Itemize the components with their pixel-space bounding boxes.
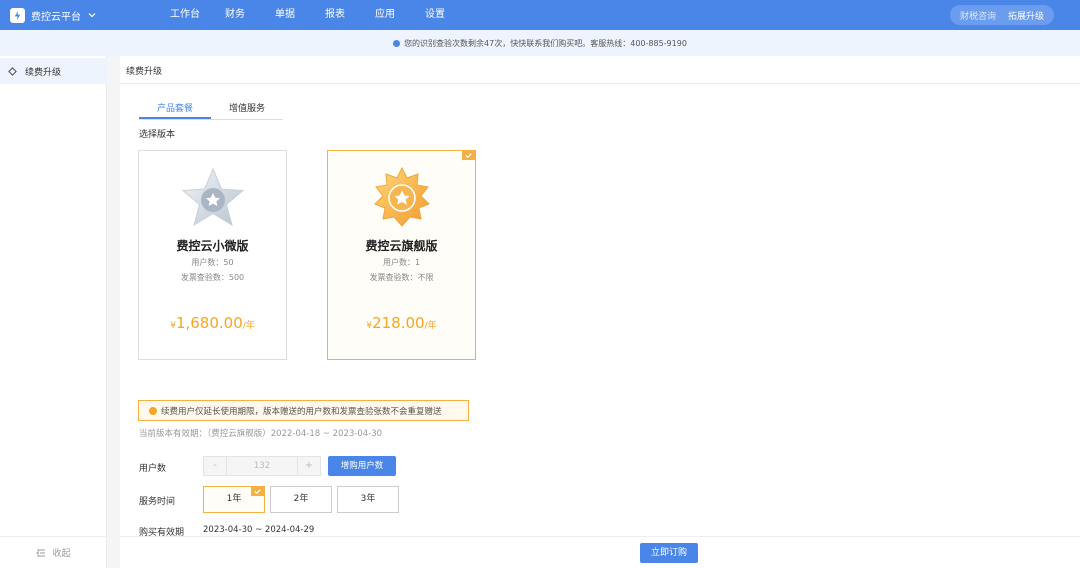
top-bar: 费控云平台 工作台 财务 单据 报表 应用 设置 财税咨询 拓展升级	[0, 0, 1080, 30]
tab-product-package[interactable]: 产品套餐	[139, 100, 211, 119]
collapse-label: 收起	[52, 549, 71, 559]
notice-text: 您的识别查验次数剩余47次，快快联系我们购买吧。客服热线：400-885-919…	[404, 38, 687, 48]
buy-now-button[interactable]: 立即订购	[640, 543, 698, 563]
tax-consult-link[interactable]: 财税咨询	[960, 9, 996, 22]
plan-card-flagship[interactable]: 费控云旗舰版 用户数：1 发票查验数：不限 ¥218.00/年	[327, 150, 476, 360]
plan-name: 费控云旗舰版	[365, 239, 438, 253]
top-actions: 财税咨询 拓展升级	[949, 5, 1054, 25]
collapse-icon	[36, 549, 46, 556]
app-switcher[interactable]: 费控云平台	[10, 6, 97, 24]
plan-users: 用户数：1	[382, 258, 421, 267]
users-stepper: - 132 +	[203, 456, 321, 476]
main-content: 续费升级 产品套餐 增值服务 选择版本 费控云小微版 用户数：50 发票查验数：…	[120, 56, 1080, 568]
term-label: 1年	[226, 494, 242, 504]
selected-check-icon	[251, 487, 264, 496]
sidebar-item-renew-upgrade[interactable]: 续费升级	[0, 58, 107, 84]
tab-bar: 产品套餐 增值服务	[139, 100, 283, 120]
app-logo-icon	[10, 7, 25, 23]
price-value: 1,680.00	[175, 314, 243, 332]
users-value[interactable]: 132	[226, 457, 298, 475]
main-nav: 工作台 财务 单据 报表 应用 设置	[160, 0, 460, 30]
sidebar-item-label: 续费升级	[25, 67, 62, 78]
term-label: 2年	[293, 494, 309, 504]
footer-bar: 立即订购	[120, 536, 1080, 568]
selected-check-icon	[462, 151, 475, 160]
plan-checks: 发票查验数：不限	[369, 273, 434, 282]
warning-banner: 续费用户仅延长使用期限，版本赠送的用户数和发票查验张数不会重复赠送	[138, 400, 469, 421]
term-option-2y[interactable]: 2年	[270, 486, 332, 513]
nav-item-documents[interactable]: 单据	[260, 0, 310, 30]
plan-price: ¥1,680.00/年	[139, 314, 286, 332]
nav-item-settings[interactable]: 设置	[410, 0, 460, 30]
nav-item-reports[interactable]: 报表	[310, 0, 360, 30]
sidebar: 续费升级 收起	[0, 56, 107, 568]
breadcrumb: 续费升级	[126, 67, 163, 77]
price-value: 218.00	[372, 314, 425, 332]
gold-medal-icon	[374, 166, 430, 227]
nav-item-finance[interactable]: 财务	[210, 0, 260, 30]
service-time-label: 服务时间	[139, 497, 176, 507]
plan-users: 用户数：50	[191, 258, 234, 267]
app-name: 费控云平台	[31, 11, 81, 23]
current-validity: 当前版本有效期：（费控云旗舰版）2022-04-18 ~ 2023-04-30	[139, 429, 383, 439]
term-label: 3年	[360, 494, 376, 504]
notice-bar: 您的识别查验次数剩余47次，快快联系我们购买吧。客服热线：400-885-919…	[0, 30, 1080, 56]
section-label: 选择版本	[139, 130, 176, 140]
plan-price: ¥218.00/年	[328, 314, 475, 332]
users-label: 用户数	[139, 464, 167, 474]
warning-text: 续费用户仅延长使用期限，版本赠送的用户数和发票查验张数不会重复赠送	[161, 406, 442, 417]
plan-name: 费控云小微版	[176, 239, 249, 253]
upgrade-link[interactable]: 拓展升级	[1008, 9, 1044, 22]
price-unit: /年	[424, 321, 437, 331]
plan-card-basic[interactable]: 费控云小微版 用户数：50 发票查验数：500 ¥1,680.00/年	[138, 150, 287, 360]
nav-item-apps[interactable]: 应用	[360, 0, 410, 30]
price-unit: /年	[242, 321, 255, 331]
plan-checks: 发票查验数：500	[180, 273, 245, 282]
warning-icon	[149, 406, 157, 415]
chevron-down-icon	[88, 13, 96, 18]
tab-value-added-services[interactable]: 增值服务	[211, 100, 283, 119]
collapse-button[interactable]: 收起	[0, 536, 107, 568]
term-option-3y[interactable]: 3年	[337, 486, 399, 513]
add-users-button[interactable]: 增购用户数	[328, 456, 396, 476]
purchase-period-value: 2023-04-30 ~ 2024-04-29	[203, 525, 315, 535]
info-icon	[393, 39, 401, 47]
divider	[120, 83, 1080, 84]
decrement-button[interactable]: -	[204, 457, 226, 475]
diamond-icon	[8, 66, 17, 76]
silver-star-medal-icon	[181, 167, 245, 227]
term-option-1y[interactable]: 1年	[203, 486, 265, 513]
increment-button[interactable]: +	[298, 457, 320, 475]
nav-item-workbench[interactable]: 工作台	[160, 0, 210, 30]
